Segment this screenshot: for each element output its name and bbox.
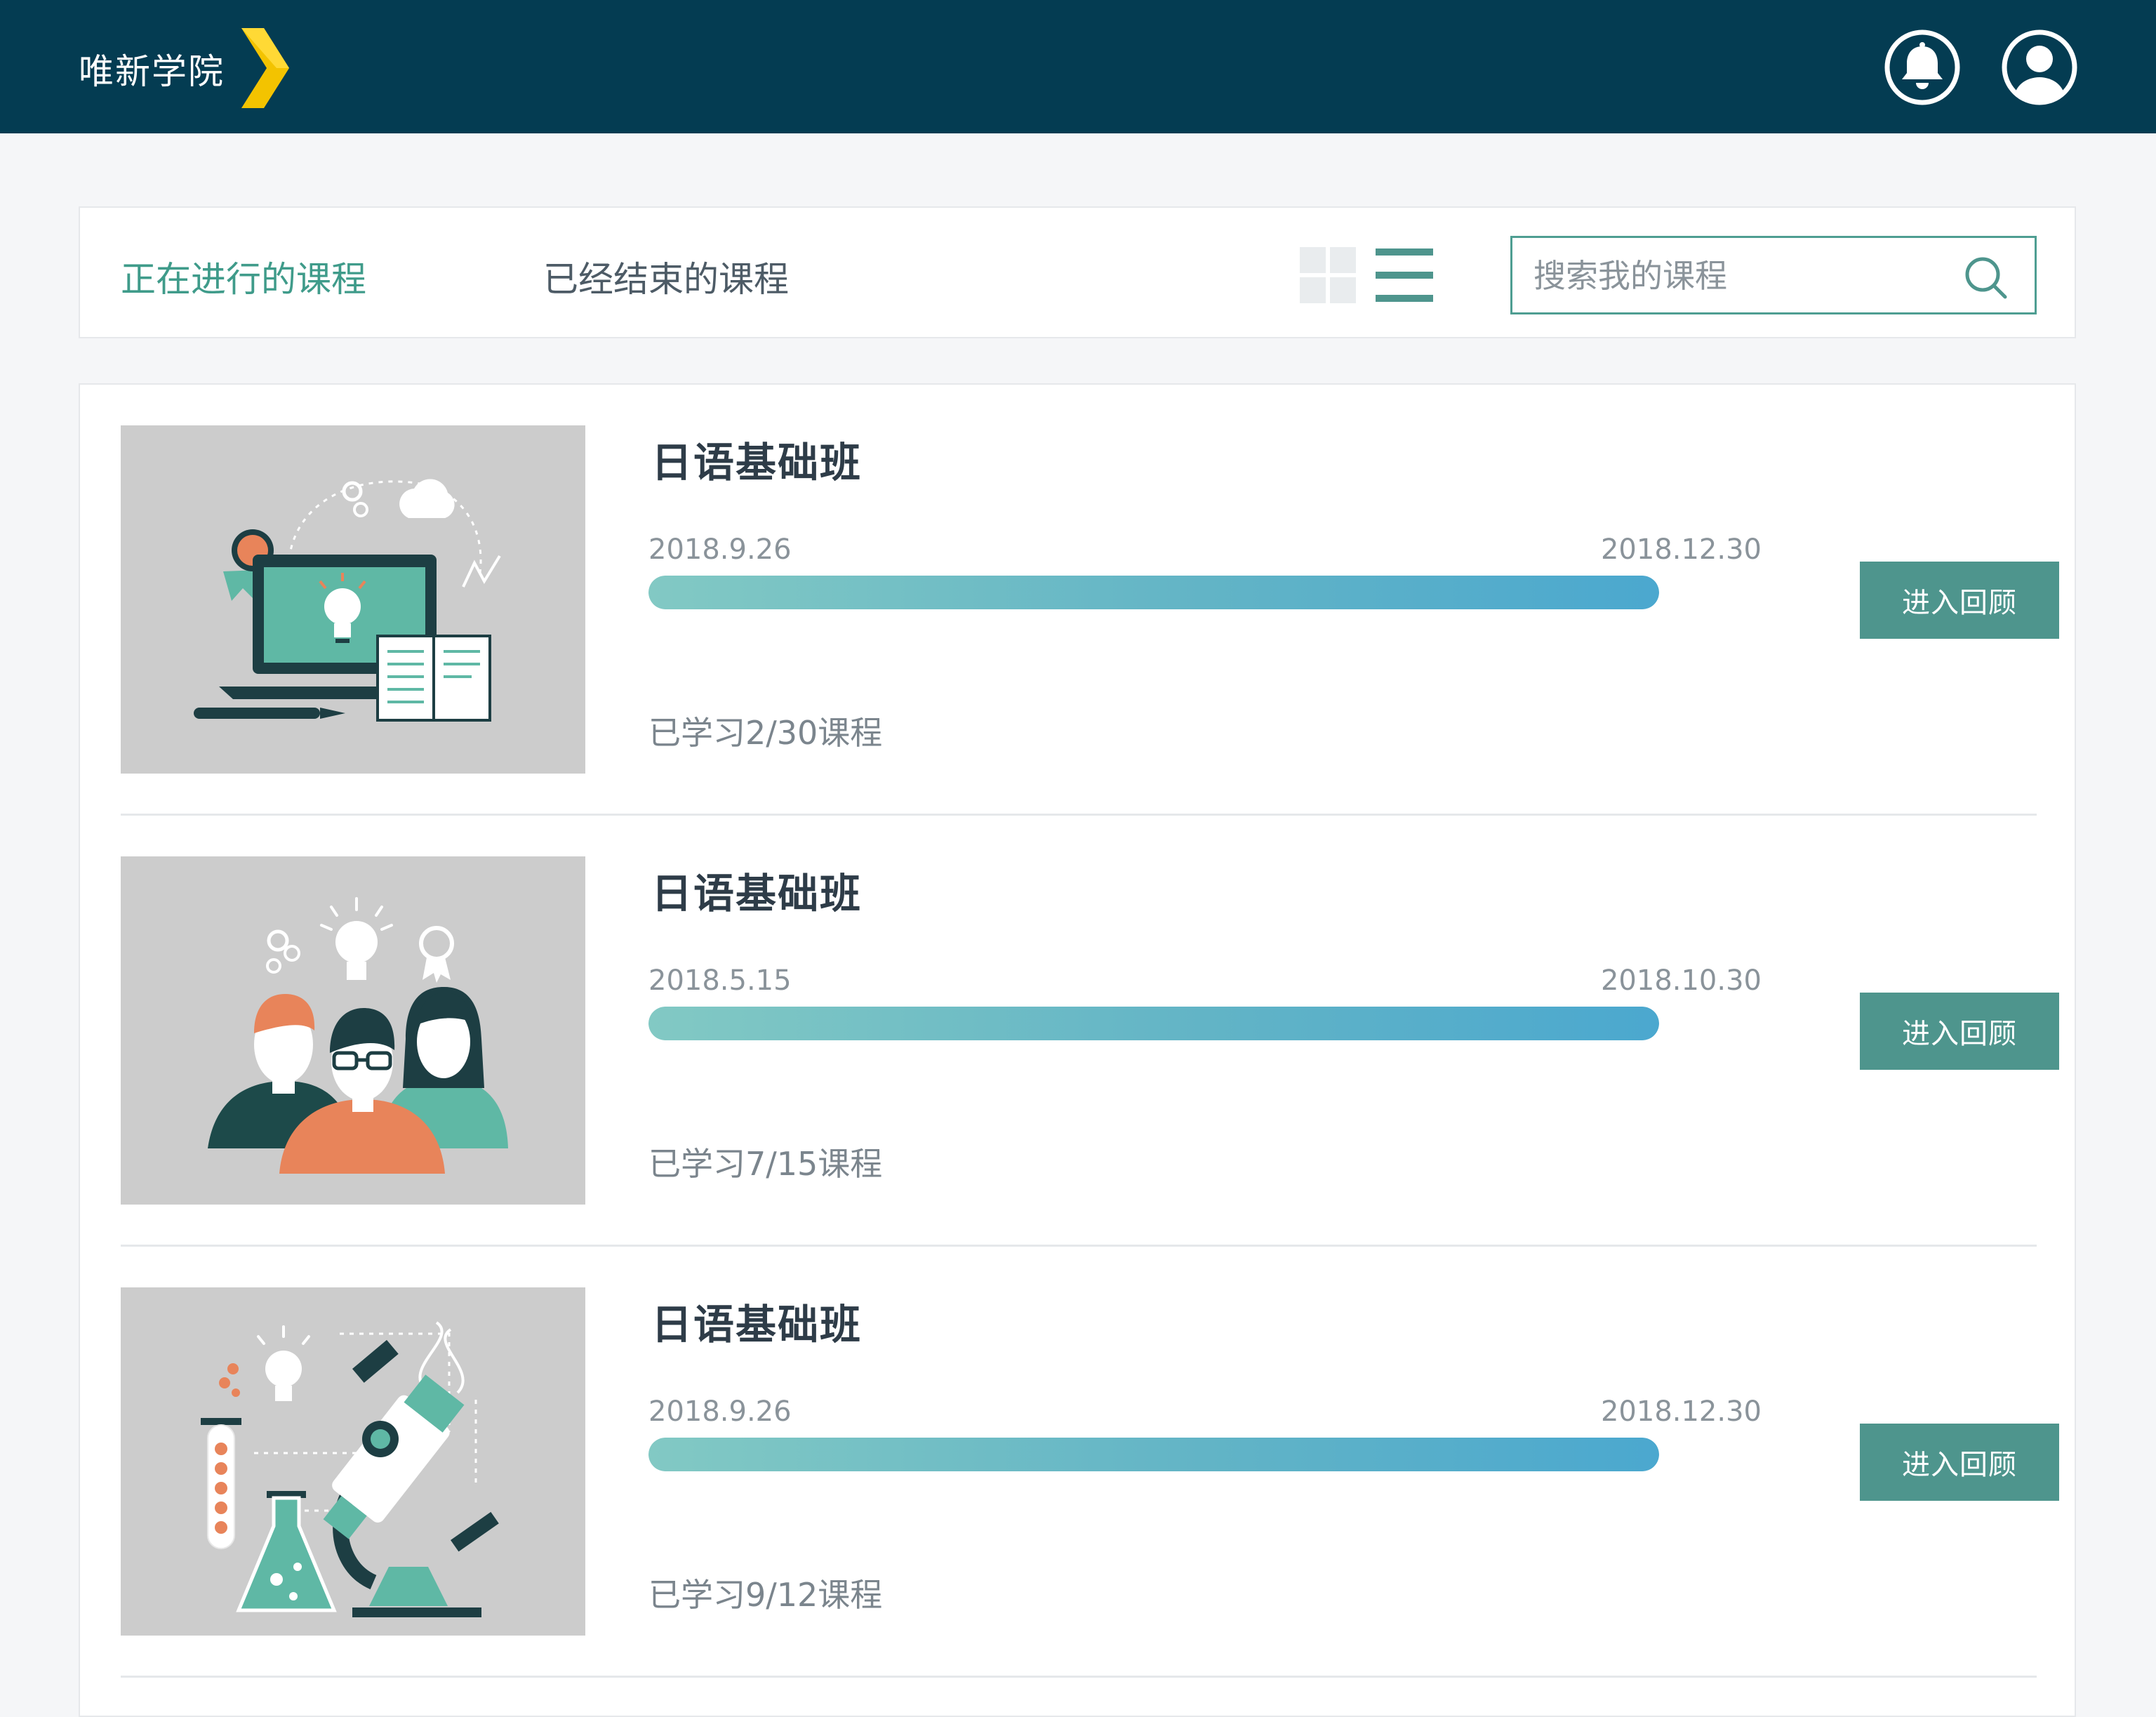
course-toolbar: 正在进行的课程 已经结束的课程 [79, 206, 2076, 338]
enter-review-button[interactable]: 进入回顾 [1860, 993, 2059, 1070]
course-end-date: 2018.12.30 [1600, 533, 1762, 566]
course-progress-bar [648, 576, 1659, 609]
enter-review-button[interactable]: 进入回顾 [1860, 1424, 2059, 1501]
course-start-date: 2018.9.26 [648, 1396, 792, 1428]
course-title: 日语基础班 [651, 1301, 863, 1348]
tab-ongoing-courses[interactable]: 正在进行的课程 [121, 251, 366, 302]
search-icon[interactable] [1963, 255, 2008, 300]
course-progress-text: 已学习9/12课程 [648, 1576, 883, 1614]
notification-bell-icon[interactable] [1883, 28, 1962, 107]
tab-ended-courses[interactable]: 已经结束的课程 [543, 251, 789, 302]
course-progress-fill [648, 1438, 1659, 1471]
team-people-illustration [121, 856, 585, 1205]
laptop-education-illustration [121, 425, 585, 774]
course-search-box [1510, 236, 2037, 314]
science-lab-illustration [121, 1287, 585, 1636]
brand-logo[interactable]: 唯新学院 [79, 28, 289, 108]
course-title: 日语基础班 [651, 439, 863, 486]
course-progress-fill [648, 1007, 1659, 1040]
course-start-date: 2018.5.15 [648, 964, 792, 997]
course-progress-text: 已学习7/15课程 [648, 1145, 883, 1183]
divider [121, 1676, 2037, 1678]
brand-name: 唯新学院 [79, 51, 225, 92]
list-view-icon[interactable] [1376, 247, 1433, 303]
brand-chevron-icon [241, 28, 289, 108]
top-navigation-bar: 唯新学院 [0, 0, 2156, 133]
course-start-date: 2018.9.26 [648, 533, 792, 566]
course-list: 日语基础班 2018.9.26 2018.12.30 已学习2/30课程 进入回… [79, 383, 2076, 1717]
course-progress-fill [648, 576, 1659, 609]
course-progress-text: 已学习2/30课程 [648, 714, 883, 752]
course-item: 日语基础班 2018.9.26 2018.12.30 已学习2/30课程 进入回… [121, 385, 2059, 816]
course-end-date: 2018.12.30 [1600, 1396, 1762, 1428]
grid-view-icon[interactable] [1300, 247, 1356, 303]
enter-review-button[interactable]: 进入回顾 [1860, 562, 2059, 639]
course-item: 日语基础班 2018.9.26 2018.12.30 已学习9/12课程 进入回… [121, 1247, 2059, 1678]
user-avatar-icon[interactable] [2000, 28, 2079, 107]
course-item: 日语基础班 2018.5.15 2018.10.30 已学习7/15课程 进入回… [121, 816, 2059, 1247]
course-progress-bar [648, 1438, 1659, 1471]
course-title: 日语基础班 [651, 870, 863, 917]
course-end-date: 2018.10.30 [1600, 964, 1762, 997]
course-progress-bar [648, 1007, 1659, 1040]
search-input[interactable] [1532, 238, 1956, 314]
